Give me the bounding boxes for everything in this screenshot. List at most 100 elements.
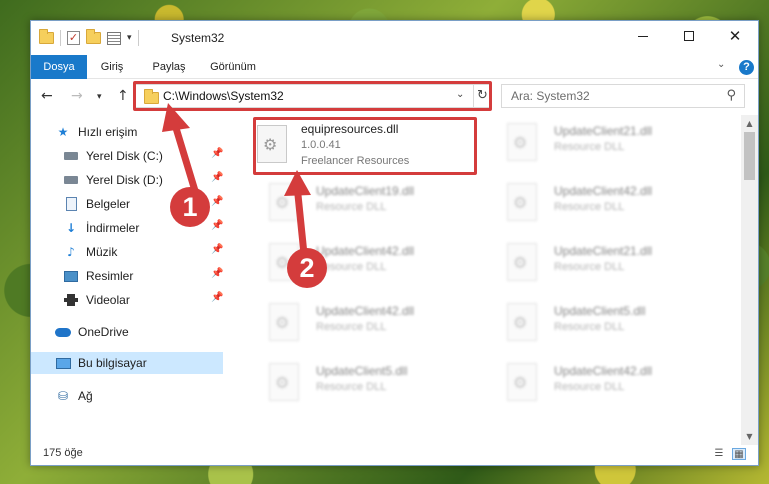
scroll-up-icon[interactable]: ▲ xyxy=(741,115,758,132)
sidebar-item-label: İndirmeler xyxy=(86,221,140,235)
file-description: Resource DLL xyxy=(316,261,387,273)
sidebar-item-videos[interactable]: Videolar xyxy=(63,289,259,311)
search-icon[interactable]: ⚲ xyxy=(726,88,736,103)
file-description: Resource DLL xyxy=(554,321,625,333)
minimize-button[interactable] xyxy=(620,21,666,51)
status-bar: 175 öğe ☰ ▦ xyxy=(31,445,758,465)
sidebar-item-pictures[interactable]: Resimler xyxy=(63,265,259,287)
file-tile[interactable]: UpdateClient42.dll Resource DLL xyxy=(253,235,483,291)
ribbon-tabs: Dosya Giriş Paylaş Görünüm ⌄ ? xyxy=(31,55,758,79)
document-icon xyxy=(63,197,79,211)
new-folder-icon[interactable] xyxy=(86,29,101,44)
file-description: Resource DLL xyxy=(554,201,625,213)
recent-locations-icon[interactable]: ▾ xyxy=(97,92,102,102)
large-icons-view-icon[interactable]: ▦ xyxy=(732,448,746,460)
file-description: Resource DLL xyxy=(316,201,387,213)
file-tile[interactable]: UpdateClient42.dll Resource DLL xyxy=(491,355,721,411)
file-list: equipresources.dll 1.0.0.41 Freelancer R… xyxy=(236,115,741,445)
sidebar-item-label: Yerel Disk (C:) xyxy=(86,149,163,163)
file-tile[interactable]: UpdateClient5.dll Resource DLL xyxy=(491,295,721,351)
pin-icon[interactable]: 📌 xyxy=(211,220,223,231)
cloud-icon xyxy=(55,325,71,339)
sidebar-item-disk-d[interactable]: Yerel Disk (D:) xyxy=(63,169,259,191)
tab-home[interactable]: Giriş xyxy=(97,55,127,79)
highlighted-file-tile[interactable]: equipresources.dll 1.0.0.41 Freelancer R… xyxy=(253,117,477,175)
dll-file-icon xyxy=(257,125,287,163)
sidebar-item-documents[interactable]: Belgeler xyxy=(63,193,259,215)
folder-icon xyxy=(39,29,54,44)
dll-file-icon xyxy=(507,303,537,341)
drive-icon xyxy=(63,149,79,163)
dll-file-icon xyxy=(507,363,537,401)
file-name: UpdateClient42.dll xyxy=(316,244,415,258)
sidebar-item-onedrive[interactable]: OneDrive xyxy=(55,321,251,343)
maximize-button[interactable] xyxy=(666,21,712,51)
star-icon: ★ xyxy=(57,125,69,139)
sidebar-item-label: Ağ xyxy=(78,389,93,403)
dll-file-icon xyxy=(269,303,299,341)
pin-icon[interactable]: 📌 xyxy=(211,268,223,279)
file-description: Resource DLL xyxy=(554,261,625,273)
sidebar-item-downloads[interactable]: ↓ İndirmeler xyxy=(63,217,259,239)
close-icon: ✕ xyxy=(728,27,742,45)
file-company: Freelancer Resources xyxy=(301,155,410,167)
toolbar-divider xyxy=(60,30,61,46)
pin-icon[interactable]: 📌 xyxy=(211,148,223,159)
network-icon: ⛁ xyxy=(57,389,69,403)
expand-ribbon-icon[interactable]: ⌄ xyxy=(717,59,725,70)
details-view-icon[interactable]: ☰ xyxy=(712,448,726,460)
file-tile[interactable]: UpdateClient19.dll Resource DLL xyxy=(253,175,483,231)
sidebar-item-label: Yerel Disk (D:) xyxy=(86,173,163,187)
file-name: UpdateClient21.dll xyxy=(554,124,653,138)
computer-icon xyxy=(55,356,71,370)
file-name: UpdateClient19.dll xyxy=(316,184,415,198)
properties-icon[interactable] xyxy=(107,31,121,45)
pin-icon[interactable]: 📌 xyxy=(211,292,223,303)
sidebar-item-network[interactable]: ⛁ Ağ xyxy=(55,385,251,407)
file-name: UpdateClient42.dll xyxy=(554,184,653,198)
sidebar-item-this-pc[interactable]: Bu bilgisayar xyxy=(31,352,223,374)
pin-icon[interactable]: 📌 xyxy=(211,196,223,207)
pin-icon[interactable]: 📌 xyxy=(211,244,223,255)
file-tile[interactable]: UpdateClient42.dll Resource DLL xyxy=(253,295,483,351)
customize-toolbar-icon[interactable]: ▾ xyxy=(127,33,132,43)
sidebar-item-disk-c[interactable]: Yerel Disk (C:) xyxy=(63,145,259,167)
file-tile[interactable]: UpdateClient5.dll Resource DLL xyxy=(253,355,483,411)
dll-file-icon xyxy=(507,123,537,161)
tab-share[interactable]: Paylaş xyxy=(149,55,189,79)
tab-view[interactable]: Görünüm xyxy=(205,55,261,79)
vertical-scrollbar[interactable]: ▲ ▼ xyxy=(741,115,758,445)
forward-arrow-icon[interactable]: → xyxy=(71,88,83,104)
properties-check-icon[interactable]: ✓ xyxy=(67,31,80,45)
back-arrow-icon[interactable]: ← xyxy=(41,88,53,104)
download-icon: ↓ xyxy=(65,221,77,235)
title-bar: ✓ ▾ System32 ✕ xyxy=(31,21,758,55)
dll-file-icon xyxy=(269,243,299,281)
file-tile[interactable]: UpdateClient21.dll Resource DLL xyxy=(491,115,721,171)
close-button[interactable]: ✕ xyxy=(712,21,758,51)
up-arrow-icon[interactable]: ↑ xyxy=(117,88,129,104)
file-tile[interactable]: UpdateClient21.dll Resource DLL xyxy=(491,235,721,291)
navigation-pane: ★ Hızlı erişim Yerel Disk (C:) 📌 Yerel D… xyxy=(31,115,231,445)
file-explorer-window: ✓ ▾ System32 ✕ Dosya Giriş Paylaş Görünü… xyxy=(30,20,759,466)
drive-icon xyxy=(63,173,79,187)
tab-file[interactable]: Dosya xyxy=(31,55,87,79)
minimize-icon xyxy=(638,35,648,37)
sidebar-item-music[interactable]: ♪ Müzik xyxy=(63,241,259,263)
file-tile[interactable]: UpdateClient42.dll Resource DLL xyxy=(491,175,721,231)
scroll-down-icon[interactable]: ▼ xyxy=(741,428,758,445)
search-input[interactable]: Ara: System32 ⚲ xyxy=(501,84,745,108)
search-placeholder: Ara: System32 xyxy=(511,89,590,103)
quick-access-toolbar: ✓ ▾ xyxy=(39,29,139,46)
file-description: Resource DLL xyxy=(554,381,625,393)
file-tile[interactable]: equipresources.dll 1.0.0.41 Freelancer R… xyxy=(253,117,483,173)
toolbar-divider xyxy=(137,30,139,46)
sidebar-item-label: Resimler xyxy=(86,269,134,283)
video-icon xyxy=(63,293,79,307)
sidebar-item-quick-access[interactable]: ★ Hızlı erişim xyxy=(55,121,251,143)
pin-icon[interactable]: 📌 xyxy=(211,172,223,183)
help-icon[interactable]: ? xyxy=(739,60,754,75)
scroll-thumb[interactable] xyxy=(744,132,755,180)
navigation-bar: ← → ▾ ↑ C:\Windows\System32 ⌄ ↻ Ara: Sys… xyxy=(31,79,758,115)
file-name: UpdateClient21.dll xyxy=(554,244,653,258)
